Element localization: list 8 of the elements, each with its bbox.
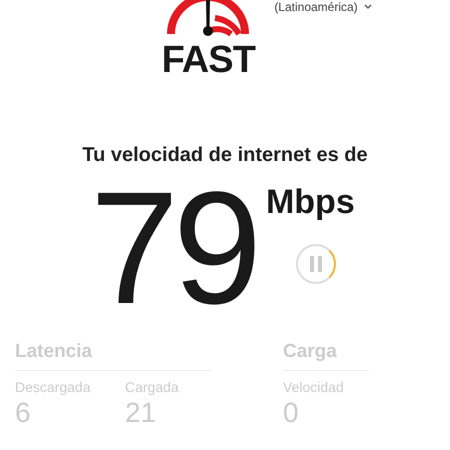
speed-value: 79 (90, 178, 256, 318)
logo-text: FAST (162, 40, 255, 80)
region-selector[interactable]: (Latinoamérica) (274, 0, 372, 16)
speed-unit: Mbps (266, 182, 355, 222)
pause-button[interactable] (296, 244, 336, 284)
pause-icon (308, 256, 323, 272)
chevron-down-icon (364, 4, 372, 10)
speed-headline: Tu velocidad de internet es de (82, 143, 368, 168)
